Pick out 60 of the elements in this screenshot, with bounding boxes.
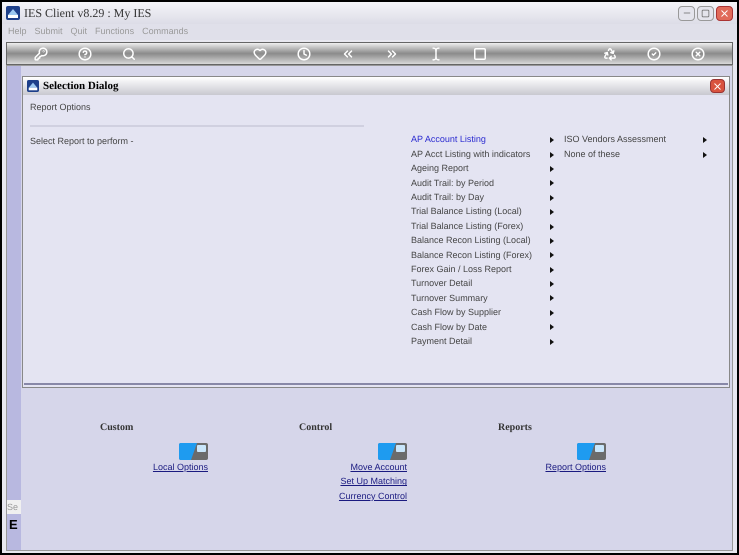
report-menu-item[interactable]: Cash Flow by Supplier — [411, 306, 554, 320]
close-icon — [712, 80, 723, 92]
submenu-arrow-icon — [550, 152, 554, 158]
report-menu-item[interactable]: Trial Balance Listing (Local) — [411, 204, 554, 220]
submenu-arrow-icon — [550, 180, 554, 186]
option-link[interactable]: Report Options — [545, 460, 606, 474]
maximize-button[interactable] — [697, 6, 714, 20]
submenu-arrow-icon — [550, 224, 554, 230]
submenu-arrow-icon — [550, 310, 554, 316]
report-menu-item[interactable]: Cash Flow by Date — [411, 320, 554, 334]
group-heading: Control — [299, 421, 332, 435]
minimize-button[interactable] — [678, 6, 695, 20]
card-icon[interactable] — [577, 441, 606, 460]
submenu-arrow-icon — [550, 209, 554, 216]
app-logo-icon — [6, 6, 20, 20]
submenu-arrow-icon — [550, 238, 554, 244]
report-menu-item[interactable]: Turnover Summary — [411, 291, 554, 306]
submenu-arrow-icon — [550, 137, 554, 144]
report-menu-item[interactable]: Balance Recon Listing (Local) — [411, 234, 554, 248]
report-menu-item[interactable]: Payment Detail — [411, 334, 554, 349]
maximize-icon — [701, 8, 710, 18]
option-link[interactable]: Currency Control — [338, 488, 407, 504]
report-menu-item[interactable]: AP Acct Listing with indicators — [411, 147, 554, 162]
dialog-title: Selection Dialog — [43, 78, 118, 94]
report-menu-item[interactable]: Audit Trail: by Day — [411, 190, 554, 205]
submenu-arrow-icon — [550, 295, 554, 302]
close-icon — [719, 8, 730, 18]
submenu-arrow-icon — [550, 324, 554, 330]
window-title: IES Client v8.29 : My IES — [24, 5, 152, 22]
submenu-arrow-icon — [703, 152, 707, 158]
report-menu-item[interactable]: Ageing Report — [411, 162, 554, 176]
report-menu-item[interactable]: Audit Trail: by Period — [411, 176, 554, 191]
submenu-arrow-icon — [550, 166, 554, 172]
submenu-arrow-icon — [550, 252, 554, 258]
report-menu-item[interactable]: Turnover Detail — [411, 276, 554, 292]
report-menu-item[interactable]: ISO Vendors Assessment — [564, 133, 707, 148]
app-logo-icon — [27, 80, 39, 92]
card-icon[interactable] — [179, 441, 208, 460]
submenu-arrow-icon — [703, 137, 707, 144]
close-button[interactable] — [716, 6, 733, 20]
card-icon[interactable] — [378, 441, 407, 460]
report-menu-item[interactable]: Trial Balance Listing (Forex) — [411, 219, 554, 234]
side-label: E — [8, 518, 19, 532]
submenu-arrow-icon — [550, 266, 554, 273]
side-label: Se — [7, 500, 21, 514]
option-link[interactable]: Local Options — [152, 460, 208, 474]
prompt-text: Select Report to perform - — [30, 134, 135, 148]
report-menu-item[interactable]: Balance Recon Listing (Forex) — [411, 248, 554, 263]
report-menu-item[interactable]: None of these — [564, 147, 707, 162]
report-menu-item[interactable]: Forex Gain / Loss Report — [411, 262, 554, 277]
group-heading: Custom — [100, 421, 134, 435]
report-menu-item[interactable]: AP Account Listing — [411, 133, 554, 148]
submenu-arrow-icon — [550, 281, 554, 288]
dialog-subtitle: Report Options — [30, 101, 92, 114]
submenu-arrow-icon — [550, 338, 554, 345]
option-link[interactable]: Set Up Matching — [340, 474, 407, 489]
option-link[interactable]: Move Account — [350, 460, 407, 474]
group-heading: Reports — [498, 421, 532, 435]
submenu-arrow-icon — [550, 194, 554, 201]
dialog-close-button[interactable] — [710, 79, 725, 93]
